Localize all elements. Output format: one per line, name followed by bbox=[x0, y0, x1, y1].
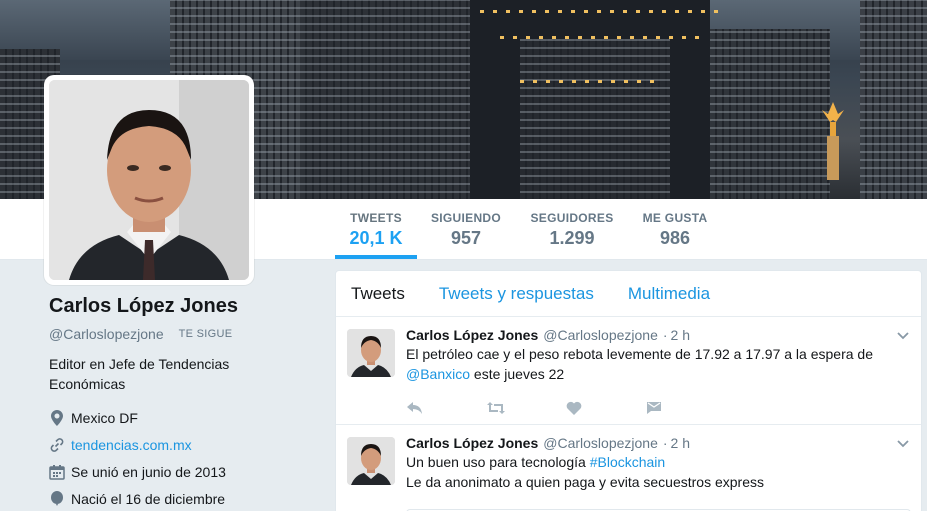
profile-bio: Editor en Jefe de Tendencias Económicas bbox=[49, 356, 230, 392]
stat-label: TWEETS bbox=[350, 211, 402, 225]
monument-image bbox=[818, 100, 848, 180]
direct-message-icon[interactable] bbox=[646, 401, 726, 415]
timeline-tabs: Tweets Tweets y respuestas Multimedia bbox=[336, 271, 921, 317]
stat-tweets[interactable]: TWEETS 20,1 K bbox=[335, 199, 417, 259]
tweet-timestamp[interactable]: 2 h bbox=[671, 435, 690, 451]
timeline: Tweets Tweets y respuestas Multimedia Ca… bbox=[335, 270, 922, 511]
birthday-row: Nació el 16 de diciembre bbox=[49, 485, 289, 511]
location-pin-icon bbox=[49, 409, 65, 426]
stat-likes[interactable]: ME GUSTA 986 bbox=[637, 199, 713, 259]
stat-value: 957 bbox=[450, 228, 482, 248]
tweet-separator: · bbox=[662, 435, 668, 451]
tweet[interactable]: Carlos López Jones @Carloslopezjone · 2 … bbox=[336, 317, 921, 425]
tweet-separator: · bbox=[662, 327, 668, 343]
tweet-text-part: Un buen uso para tecnología bbox=[406, 454, 590, 470]
joined-row: Se unió en junio de 2013 bbox=[49, 458, 289, 485]
heart-icon[interactable] bbox=[566, 401, 646, 415]
profile-handle[interactable]: @Carloslopezjone bbox=[49, 326, 164, 342]
retweet-icon[interactable] bbox=[486, 401, 566, 415]
tweet-author-name[interactable]: Carlos López Jones bbox=[406, 327, 538, 343]
tweet-text: El petróleo cae y el peso rebota levemen… bbox=[406, 344, 909, 384]
profile-avatar[interactable] bbox=[44, 75, 254, 285]
profile-meta: Mexico DF tendencias.com.mx Se unió en j… bbox=[49, 404, 289, 511]
stat-label: ME GUSTA bbox=[642, 211, 708, 225]
tweet-avatar[interactable] bbox=[347, 329, 395, 377]
stat-following[interactable]: SIGUIENDO 957 bbox=[425, 199, 507, 259]
tweet-text-part: Le da anonimato a quien paga y evita sec… bbox=[406, 474, 765, 490]
tweet-author-handle[interactable]: @Carloslopezjone bbox=[543, 435, 658, 451]
joined-text: Se unió en junio de 2013 bbox=[71, 463, 226, 480]
tweet-mention[interactable]: @Banxico bbox=[406, 366, 470, 382]
tweet-text-part: El petróleo cae y el peso rebota levemen… bbox=[406, 346, 873, 362]
tweet-text: Un buen uso para tecnología #Blockchain … bbox=[406, 452, 909, 492]
tweet-hashtag[interactable]: #Blockchain bbox=[590, 454, 666, 470]
tweet-timestamp[interactable]: 2 h bbox=[671, 327, 690, 343]
stat-label: SIGUIENDO bbox=[430, 211, 502, 225]
tab-tweets-replies[interactable]: Tweets y respuestas bbox=[439, 284, 594, 304]
tweet-author-name[interactable]: Carlos López Jones bbox=[406, 435, 538, 451]
balloon-icon bbox=[49, 490, 65, 507]
stat-value: 1.299 bbox=[549, 228, 595, 248]
stat-value: 20,1 K bbox=[349, 228, 403, 248]
stat-followers[interactable]: SEGUIDORES 1.299 bbox=[524, 199, 620, 259]
reply-icon[interactable] bbox=[406, 401, 486, 415]
stat-value: 986 bbox=[659, 228, 691, 248]
chevron-down-icon[interactable] bbox=[897, 329, 909, 343]
handle-row: @Carloslopezjone TE SIGUE bbox=[49, 326, 289, 342]
calendar-icon bbox=[49, 464, 65, 480]
tweet-actions bbox=[406, 390, 909, 426]
tweet-header: Carlos López Jones @Carloslopezjone · 2 … bbox=[406, 435, 909, 451]
profile-card: Carlos López Jones @Carloslopezjone TE S… bbox=[49, 295, 289, 511]
birthday-text: Nació el 16 de diciembre bbox=[71, 490, 226, 507]
tab-media[interactable]: Multimedia bbox=[628, 284, 710, 304]
tweet-text-part: este jueves 22 bbox=[470, 366, 565, 382]
website-link[interactable]: tendencias.com.mx bbox=[71, 437, 192, 453]
tab-tweets[interactable]: Tweets bbox=[351, 284, 405, 304]
location-row: Mexico DF bbox=[49, 404, 289, 431]
tweet-avatar[interactable] bbox=[347, 437, 395, 485]
tweet-author-handle[interactable]: @Carloslopezjone bbox=[543, 327, 658, 343]
follows-you-badge: TE SIGUE bbox=[173, 326, 238, 342]
profile-name[interactable]: Carlos López Jones bbox=[49, 295, 289, 318]
link-icon bbox=[49, 437, 65, 452]
stat-label: SEGUIDORES bbox=[530, 211, 614, 225]
location-text: Mexico DF bbox=[71, 409, 138, 426]
website-row: tendencias.com.mx bbox=[49, 431, 289, 458]
tweet[interactable]: Carlos López Jones @Carloslopezjone · 2 … bbox=[336, 425, 921, 511]
avatar-photo bbox=[49, 80, 249, 280]
tweet-header: Carlos López Jones @Carloslopezjone · 2 … bbox=[406, 327, 909, 343]
chevron-down-icon[interactable] bbox=[897, 437, 909, 451]
